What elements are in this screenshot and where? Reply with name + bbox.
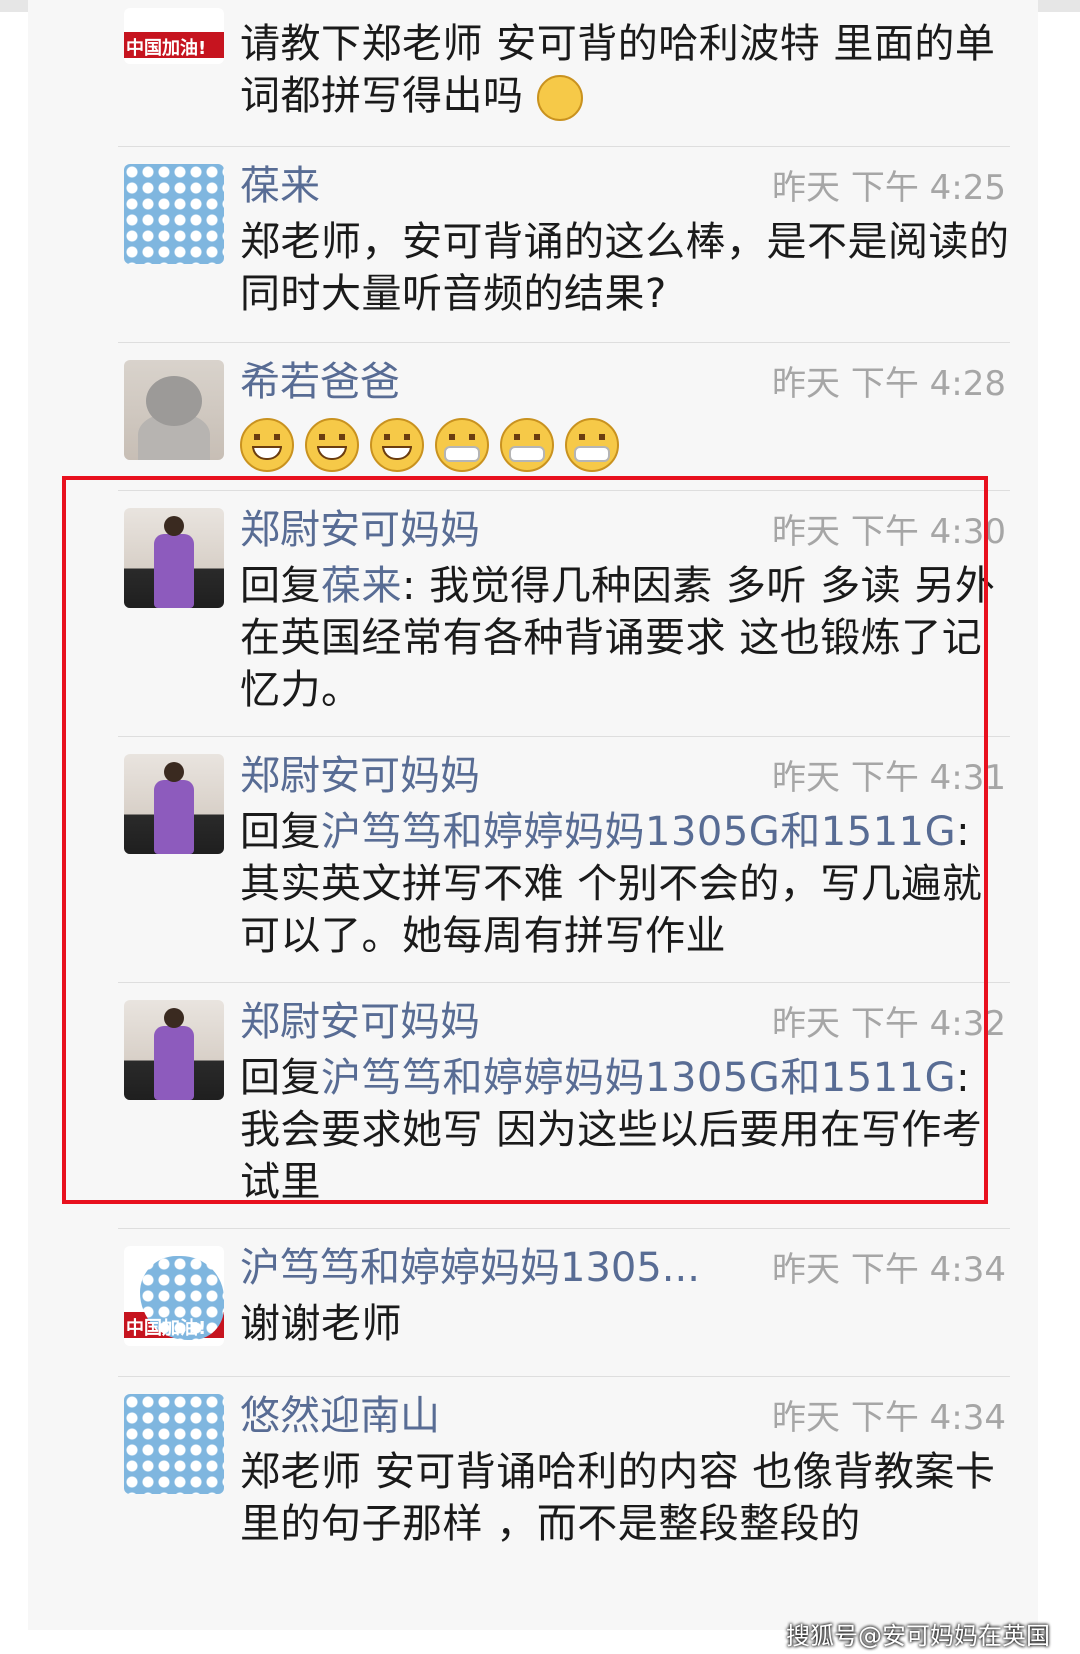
dotted-avatar[interactable] — [124, 1394, 224, 1494]
smile-emoji-icon — [536, 75, 583, 121]
grin-emoji-icon — [305, 418, 360, 472]
cat-avatar[interactable] — [124, 360, 224, 460]
comment-time: 昨天 下午 4:28 — [772, 364, 1006, 404]
comment-item: 中国加油! 请教下郑老师 安可背的哈利波特 里面的单词都拼写得出吗 — [0, 0, 1080, 140]
comment-text: 郑老师，安可背诵的这么棒，是不是阅读的同时大量听音频的结果? — [240, 219, 1010, 317]
commenter-name[interactable]: 沪笃笃和婷婷妈妈1305... — [240, 1242, 700, 1294]
emoji-row — [240, 418, 625, 478]
red-banner-avatar[interactable]: 中国加油! — [124, 8, 224, 64]
comment-time: 昨天 下午 4:25 — [772, 168, 1006, 208]
comment-time: 昨天 下午 4:34 — [772, 1398, 1006, 1438]
comment-item: 中国加油! 沪笃笃和婷婷妈妈1305... 昨天 下午 4:34 谢谢老师 — [0, 1228, 1080, 1376]
comment-time: 昨天 下午 4:34 — [772, 1250, 1006, 1290]
avatar-banner-text: 中国加油! — [126, 38, 207, 59]
grin-emoji-icon — [240, 418, 294, 472]
mask-emoji-icon — [435, 418, 490, 472]
grin-emoji-icon — [370, 418, 425, 472]
comment-text: 请教下郑老师 安可背的哈利波特 里面的单词都拼写得出吗 — [240, 18, 1020, 122]
commenter-name[interactable]: 悠然迎南山 — [240, 1390, 440, 1442]
mask-emoji-icon — [565, 418, 620, 472]
dotted-avatar[interactable] — [124, 164, 224, 264]
comment-item: 悠然迎南山 昨天 下午 4:34 郑老师 安可背诵哈利的内容 也像背教案卡里的句… — [0, 1376, 1080, 1636]
red-banner-avatar[interactable]: 中国加油! — [124, 1246, 224, 1346]
comment-body: 请教下郑老师 安可背的哈利波特 里面的单词都拼写得出吗 — [240, 21, 996, 119]
highlight-box — [62, 476, 988, 1204]
avatar-banner-text: 中国加油! — [126, 1318, 207, 1339]
comment-text: 谢谢老师 — [240, 1301, 402, 1347]
comment-item: 葆来 昨天 下午 4:25 郑老师，安可背诵的这么棒，是不是阅读的同时大量听音频… — [0, 146, 1080, 342]
commenter-name[interactable]: 葆来 — [240, 160, 320, 212]
commenter-name[interactable]: 希若爸爸 — [240, 356, 400, 408]
comment-text: 郑老师 安可背诵哈利的内容 也像背教案卡里的句子那样 ，而不是整段整段的 — [240, 1449, 996, 1547]
mask-emoji-icon — [500, 418, 555, 472]
comment-item: 希若爸爸 昨天 下午 4:28 — [0, 342, 1080, 490]
watermark-text: 搜狐号@安可妈妈在英国 — [786, 1622, 1050, 1650]
